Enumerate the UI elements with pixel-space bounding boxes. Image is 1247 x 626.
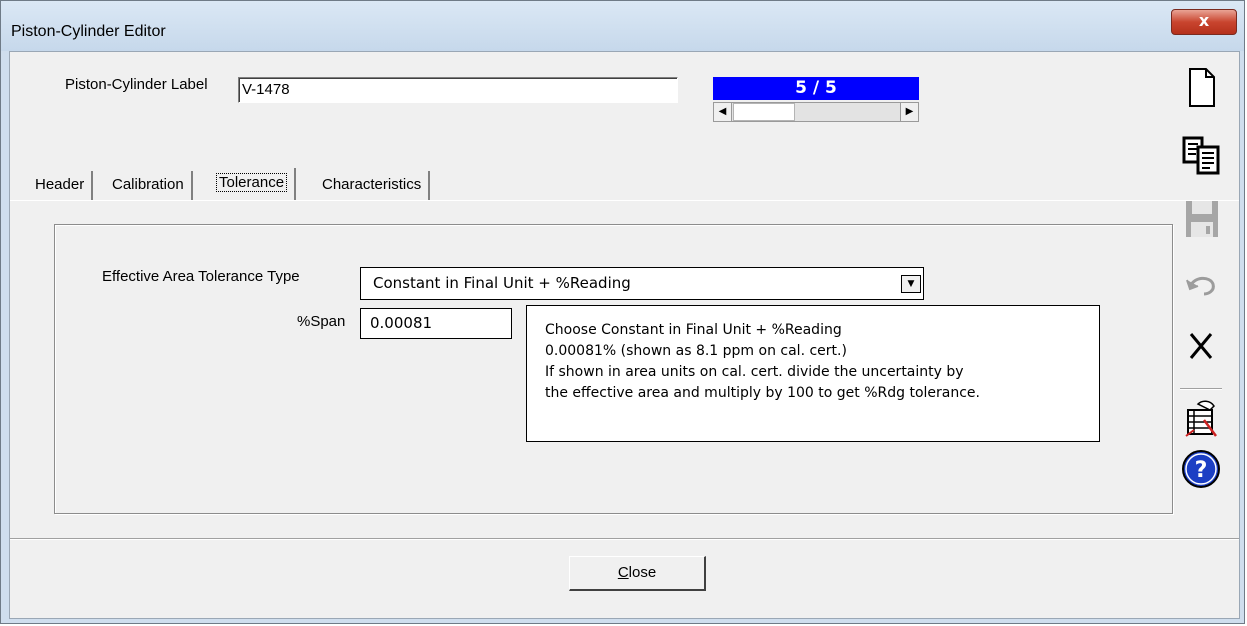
delete-icon[interactable] xyxy=(1176,324,1226,366)
chevron-down-icon[interactable]: ▼ xyxy=(901,275,921,293)
scroll-thumb[interactable] xyxy=(733,103,795,121)
note-line: Choose Constant in Final Unit + %Reading xyxy=(545,322,842,338)
record-position-indicator: 5 / 5 xyxy=(713,77,919,100)
new-document-icon[interactable] xyxy=(1176,66,1226,108)
tab-tolerance[interactable]: Tolerance xyxy=(209,168,297,201)
tolerance-type-select[interactable]: Constant in Final Unit + %Reading ▼ xyxy=(360,267,924,300)
copy-icon[interactable] xyxy=(1176,134,1226,176)
scroll-right-button[interactable]: ▶ xyxy=(900,103,918,121)
editor-window: Piston-Cylinder Editor x Piston-Cylinder… xyxy=(0,0,1245,624)
span-input[interactable]: 0.00081 xyxy=(360,308,512,339)
undo-icon[interactable] xyxy=(1176,262,1226,304)
window-close-button[interactable]: x xyxy=(1171,9,1237,35)
tab-characteristics[interactable]: Characteristics xyxy=(315,171,431,200)
piston-cylinder-label-input[interactable]: V-1478 xyxy=(238,77,678,103)
title-bar[interactable]: Piston-Cylinder Editor x xyxy=(1,1,1244,51)
piston-cylinder-label-caption: Piston-Cylinder Label xyxy=(65,76,208,93)
save-icon[interactable] xyxy=(1176,198,1226,240)
note-line: 0.00081% (shown as 8.1 ppm on cal. cert.… xyxy=(545,343,847,359)
help-icon[interactable]: ? xyxy=(1176,448,1226,490)
window-title: Piston-Cylinder Editor xyxy=(11,23,166,40)
edit-record-icon[interactable] xyxy=(1176,398,1226,440)
record-scrollbar[interactable]: ◀ ▶ xyxy=(713,102,919,122)
tolerance-type-label: Effective Area Tolerance Type xyxy=(102,268,300,285)
note-line: If shown in area units on cal. cert. div… xyxy=(545,364,964,380)
tab-calibration[interactable]: Calibration xyxy=(105,171,193,200)
tolerance-type-value: Constant in Final Unit + %Reading xyxy=(373,274,631,292)
dialog-body: Piston-Cylinder Label V-1478 5 / 5 ◀ ▶ H… xyxy=(9,51,1240,619)
scroll-left-button[interactable]: ◀ xyxy=(714,103,732,121)
note-line: the effective area and multiply by 100 t… xyxy=(545,385,980,401)
span-label: %Span xyxy=(297,313,346,330)
tolerance-help-note: Choose Constant in Final Unit + %Reading… xyxy=(526,305,1100,442)
help-glyph: ? xyxy=(1195,458,1208,483)
toolbar-divider xyxy=(1180,388,1222,390)
close-button[interactable]: Close xyxy=(569,556,706,591)
close-button-label: Close xyxy=(617,564,657,581)
tab-header[interactable]: Header xyxy=(28,171,94,200)
footer-separator xyxy=(10,538,1239,540)
